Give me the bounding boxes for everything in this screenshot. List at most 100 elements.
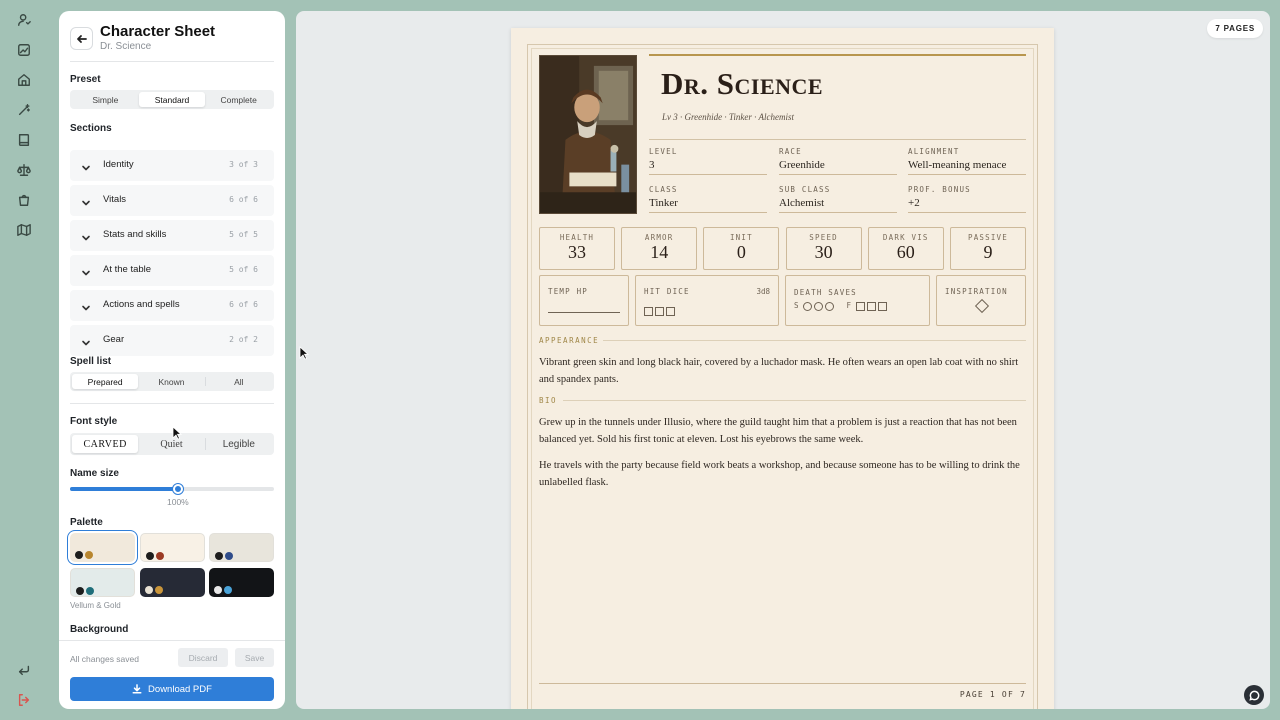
section-count: 5 of 5 <box>229 230 258 239</box>
chart-icon[interactable] <box>15 41 33 59</box>
scales-icon[interactable] <box>15 161 33 179</box>
portrait-image <box>540 56 636 213</box>
chevron-down-icon[interactable] <box>81 335 91 346</box>
field-label: SUB CLASS <box>779 185 831 194</box>
chevron-down-icon[interactable] <box>81 300 91 311</box>
color-dot <box>225 552 233 560</box>
hit-dice-checkboxes <box>644 301 677 320</box>
download-pdf-label: Download PDF <box>148 683 212 695</box>
hit-die-checkbox <box>655 307 664 316</box>
preview-area[interactable]: 7 PAGES Dr. Science Lv 3 · Greenhide · T… <box>296 11 1270 709</box>
divider <box>70 61 274 62</box>
spell-list-segmented: Prepared Known All <box>70 372 274 391</box>
home-icon[interactable] <box>15 71 33 89</box>
spell-list-all[interactable]: All <box>206 374 272 389</box>
palette-swatch[interactable] <box>140 568 205 597</box>
color-dot <box>214 586 222 594</box>
preset-segmented: Simple Standard Complete <box>70 90 274 109</box>
hit-die-checkbox <box>644 307 653 316</box>
name-size-value: 100% <box>167 497 189 507</box>
character-portrait <box>539 55 637 214</box>
death-saves-label: DEATH SAVES <box>794 288 857 297</box>
stat-box: SPEED 30 <box>785 227 862 270</box>
color-dot <box>155 586 163 594</box>
name-rule <box>649 54 1026 56</box>
map-icon[interactable] <box>15 221 33 239</box>
mouse-cursor-icon <box>172 426 182 440</box>
bag-icon[interactable] <box>15 191 33 209</box>
color-dot <box>145 586 153 594</box>
name-size-slider[interactable] <box>70 484 274 494</box>
spell-list-label: Spell list <box>70 356 112 367</box>
page-number: PAGE 1 OF 7 <box>959 690 1026 699</box>
section-row[interactable]: At the table 5 of 6 <box>70 255 274 286</box>
stat-box: PASSIVE 9 <box>950 227 1026 270</box>
character-sheet-page: Dr. Science Lv 3 · Greenhide · Tinker · … <box>511 28 1054 709</box>
spell-list-known[interactable]: Known <box>138 374 204 389</box>
save-status: All changes saved <box>70 654 139 664</box>
pages-badge: 7 PAGES <box>1207 19 1263 38</box>
footer-divider <box>59 640 285 641</box>
palette-swatch[interactable] <box>140 533 205 562</box>
color-dot <box>75 551 83 559</box>
preset-simple[interactable]: Simple <box>72 92 139 107</box>
palette-swatch[interactable] <box>209 568 274 597</box>
page-footer-rule <box>539 683 1026 684</box>
divider <box>70 403 274 404</box>
user-icon[interactable] <box>15 11 33 29</box>
section-row[interactable]: Stats and skills 5 of 5 <box>70 220 274 251</box>
chat-button[interactable] <box>1244 685 1264 705</box>
chevron-down-icon[interactable] <box>81 160 91 171</box>
stat-label: INIT <box>729 233 753 242</box>
stat-label: PASSIVE <box>967 233 1008 242</box>
stat-label: HEALTH <box>559 233 595 242</box>
section-row[interactable]: Identity 3 of 3 <box>70 150 274 181</box>
info-field: LEVEL 3 <box>649 147 767 175</box>
palette-swatch[interactable] <box>209 533 274 562</box>
return-icon[interactable] <box>15 661 33 679</box>
name-size-label: Name size <box>70 468 119 479</box>
palette-swatch[interactable] <box>70 568 135 597</box>
death-fail-box <box>877 301 887 311</box>
spell-list-prepared[interactable]: Prepared <box>72 374 139 389</box>
icon-rail <box>0 0 50 720</box>
section-row[interactable]: Vitals 6 of 6 <box>70 185 274 216</box>
section-count: 5 of 6 <box>229 265 258 274</box>
logout-icon[interactable] <box>15 691 33 709</box>
color-dot <box>76 587 84 595</box>
temp-hp-line <box>548 312 620 313</box>
section-row[interactable]: Gear 2 of 2 <box>70 325 274 356</box>
hit-dice-value: 3d8 <box>756 287 770 296</box>
font-style-legible[interactable]: Legible <box>206 435 272 453</box>
info-field: CLASS Tinker <box>649 185 767 213</box>
stat-value: 9 <box>983 242 993 262</box>
panel-header: Character Sheet Dr. Science <box>70 23 274 61</box>
section-row[interactable]: Actions and spells 6 of 6 <box>70 290 274 321</box>
font-style-carved[interactable]: CARVED <box>72 435 139 453</box>
slider-thumb[interactable] <box>173 484 184 494</box>
stat-value: 14 <box>650 242 669 262</box>
download-pdf-button[interactable]: Download PDF <box>70 677 274 701</box>
field-value: Greenhide <box>779 159 825 171</box>
book-icon[interactable] <box>15 131 33 149</box>
chevron-down-icon[interactable] <box>81 195 91 206</box>
stat-label: SPEED <box>809 233 838 242</box>
color-dot <box>146 552 154 560</box>
chevron-down-icon[interactable] <box>81 265 91 276</box>
header-rule <box>649 139 1026 140</box>
field-label: RACE <box>779 147 802 156</box>
color-dot <box>215 552 223 560</box>
save-button[interactable]: Save <box>235 648 274 667</box>
preset-standard[interactable]: Standard <box>138 92 206 107</box>
field-value: +2 <box>908 197 920 209</box>
chevron-down-icon[interactable] <box>81 230 91 241</box>
section-name: Identity <box>103 159 134 170</box>
death-fail-box <box>866 301 876 311</box>
back-button[interactable] <box>70 27 93 50</box>
discard-button[interactable]: Discard <box>178 648 228 667</box>
sections-label: Sections <box>70 123 112 134</box>
death-saves-marks: S F <box>794 301 889 311</box>
wand-icon[interactable] <box>15 101 33 119</box>
preset-complete[interactable]: Complete <box>205 92 272 107</box>
palette-swatch[interactable] <box>70 533 135 562</box>
